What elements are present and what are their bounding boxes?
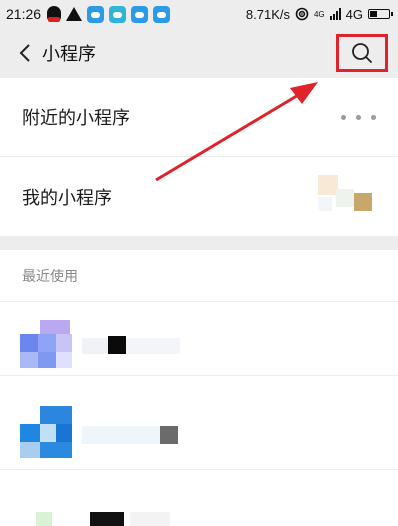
search-button[interactable] [336, 34, 388, 72]
more-dots-icon [341, 114, 376, 120]
menu-item-label: 附近的小程序 [22, 108, 130, 129]
warning-icon [66, 7, 83, 21]
recent-section-label: 最近使用 [22, 268, 78, 285]
section-divider [0, 236, 398, 250]
signal-icon [329, 8, 341, 20]
menu-item-my-programs[interactable]: 我的小程序 [0, 157, 398, 236]
weather-app-icon-2 [131, 5, 149, 23]
menu-list: 附近的小程序 我的小程序 [0, 78, 398, 236]
scan-app-icon [109, 5, 127, 23]
weather-app-icon [87, 5, 105, 23]
search-icon [352, 43, 372, 63]
status-right: 8.71K/s 4G 4G [245, 0, 393, 28]
status-time: 21:26 [6, 6, 42, 22]
qq-icon [47, 6, 62, 22]
hotspot-icon [295, 7, 309, 21]
network-speed: 8.71K/s [245, 6, 290, 22]
recent-section-header: 最近使用 [0, 250, 398, 302]
page-title: 小程序 [42, 44, 96, 65]
network-small-label: 4G [313, 9, 325, 19]
status-bar: 21:26 8.71K/s 4G 4G [0, 0, 398, 28]
recent-item[interactable] [0, 396, 398, 470]
back-button[interactable] [10, 28, 40, 78]
chevron-left-icon [19, 44, 30, 62]
recent-item[interactable] [0, 302, 398, 376]
network-type: 4G [345, 6, 363, 22]
menu-item-nearby[interactable]: 附近的小程序 [0, 78, 398, 157]
mini-program-thumbnail [318, 175, 374, 221]
app-header: 小程序 [0, 28, 398, 78]
menu-item-label: 我的小程序 [22, 187, 112, 209]
weather-app-icon-3 [153, 5, 171, 23]
battery-icon [368, 9, 393, 19]
notification-icons [47, 5, 171, 23]
